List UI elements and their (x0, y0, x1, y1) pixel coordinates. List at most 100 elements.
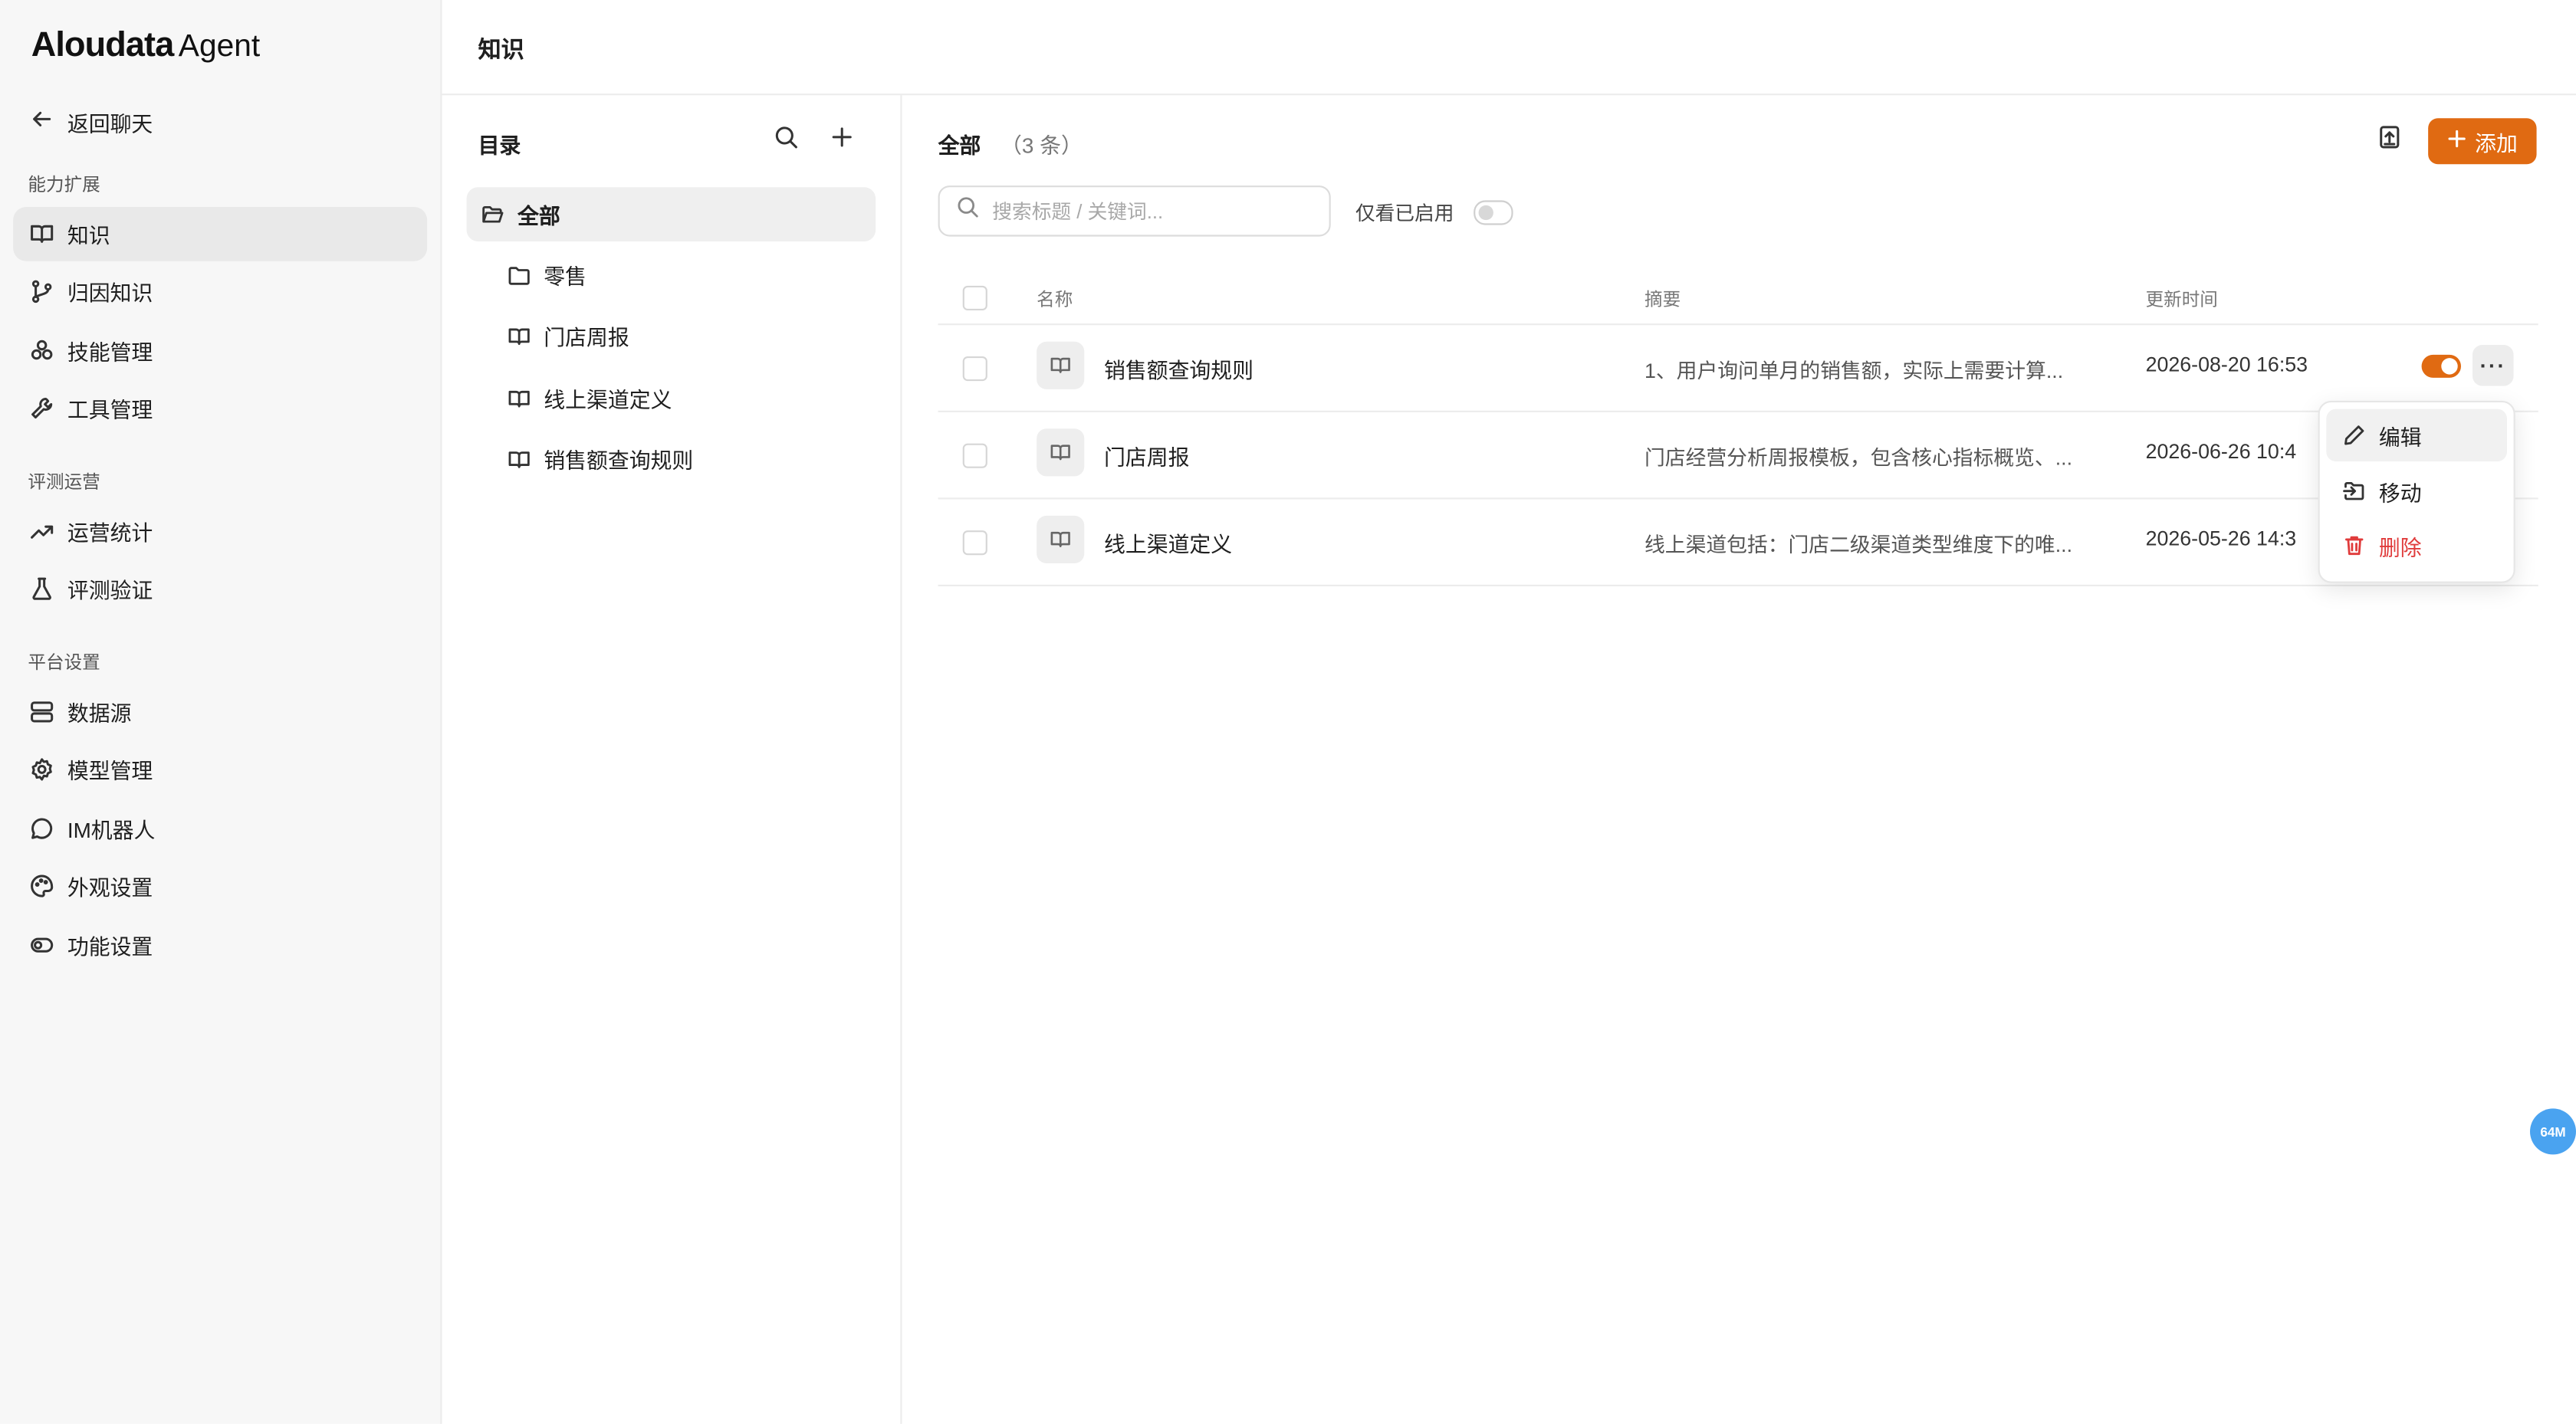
tree-item-retail[interactable]: 零售 (467, 248, 876, 303)
column-header-name: 名称 (1037, 290, 1073, 310)
list-heading: 全部 (938, 133, 981, 158)
import-button[interactable] (2372, 125, 2405, 158)
row-name[interactable]: 销售额查询规则 (1104, 353, 1254, 385)
row-checkbox[interactable] (962, 443, 987, 468)
menu-item-delete[interactable]: 删除 (2326, 519, 2507, 572)
sidebar-item-label: 外观设置 (67, 875, 153, 901)
sidebar-item-features[interactable]: 功能设置 (13, 918, 427, 973)
section-title-evaluation: 评测运营 (28, 473, 100, 493)
row-checkbox[interactable] (962, 530, 987, 556)
table-row[interactable]: 门店周报 门店经营分析周报模板，包含核心指标概览、... 2026-06-26 … (938, 411, 2538, 500)
tree-item-label: 全部 (518, 203, 560, 228)
sidebar-item-evaluation[interactable]: 评测验证 (13, 562, 427, 616)
move-icon (2343, 480, 2366, 503)
sidebar-item-label: 归因知识 (67, 281, 153, 306)
menu-item-label: 移动 (2378, 480, 2422, 505)
menu-item-label: 编辑 (2378, 424, 2422, 450)
book-icon (1037, 428, 1085, 477)
brand-logo: Aloudata Agent (31, 26, 260, 65)
menu-item-edit[interactable]: 编辑 (2326, 408, 2507, 462)
toggle-icon (28, 932, 54, 958)
sidebar-item-skills[interactable]: 技能管理 (13, 323, 427, 378)
knowledge-list-panel: 全部 （3 条） 添加 仅看已启用 名称 摘要 更新时间 销售额查询规则 1、用… (902, 95, 2576, 1424)
book-icon (28, 221, 54, 247)
tree-item-store-weekly[interactable]: 门店周报 (467, 309, 876, 363)
enabled-only-toggle[interactable] (1474, 200, 1513, 225)
chat-icon (28, 815, 54, 842)
sidebar-item-label: 知识 (67, 223, 110, 248)
sidebar-item-appearance[interactable]: 外观设置 (13, 859, 427, 914)
select-all-checkbox[interactable] (962, 285, 987, 310)
tree-item-all[interactable]: 全部 (466, 187, 876, 241)
add-button[interactable]: 添加 (2428, 118, 2537, 165)
tree-item-label: 销售额查询规则 (544, 448, 694, 474)
table-header: 名称 摘要 更新时间 (938, 271, 2538, 326)
back-to-chat-button[interactable]: 返回聊天 (30, 105, 153, 138)
list-count: （3 条） (1001, 133, 1083, 158)
sidebar-item-attribution[interactable]: 归因知识 (13, 264, 427, 319)
trend-icon (28, 518, 54, 544)
search-icon (940, 195, 989, 227)
database-icon (28, 699, 54, 725)
add-button-label: 添加 (2475, 130, 2518, 156)
top-bar: 知识 (442, 0, 2576, 96)
sidebar-item-label: 工具管理 (67, 397, 153, 422)
sidebar-item-label: 数据源 (67, 701, 132, 727)
sidebar-item-label: 评测验证 (67, 578, 153, 603)
sidebar-item-label: 运营统计 (67, 520, 153, 546)
row-name[interactable]: 门店周报 (1104, 440, 1189, 471)
plus-icon (829, 125, 853, 158)
search-field[interactable] (938, 185, 1331, 237)
book-icon (508, 448, 531, 471)
row-updated-time: 2026-05-26 14:3 (2145, 527, 2297, 550)
tree-item-sales-rule[interactable]: 销售额查询规则 (467, 432, 876, 487)
trash-icon (2343, 533, 2366, 556)
row-name[interactable]: 线上渠道定义 (1104, 527, 1232, 559)
enabled-only-label: 仅看已启用 (1355, 202, 1454, 225)
sidebar-item-label: IM机器人 (67, 818, 156, 843)
sidebar-item-label: 模型管理 (67, 758, 153, 784)
row-summary: 门店经营分析周报模板，包含核心指标概览、... (1644, 446, 2073, 470)
memory-badge[interactable]: 64M (2530, 1108, 2576, 1155)
sidebar-item-stats[interactable]: 运营统计 (13, 504, 427, 559)
row-updated-time: 2026-08-20 16:53 (2145, 353, 2308, 376)
tree-item-label: 门店周报 (544, 325, 629, 350)
table-row[interactable]: 线上渠道定义 线上渠道包括：门店二级渠道类型维度下的唯... 2026-05-2… (938, 497, 2538, 586)
skills-icon (28, 337, 54, 363)
back-to-chat-label: 返回聊天 (67, 110, 153, 136)
column-header-summary: 摘要 (1644, 290, 1681, 310)
sidebar-item-models[interactable]: 模型管理 (13, 743, 427, 797)
menu-item-move[interactable]: 移动 (2326, 464, 2507, 517)
row-summary: 1、用户询问单月的销售额，实际上需要计算... (1644, 359, 2064, 383)
book-icon (1037, 515, 1085, 563)
app: Aloudata Agent 返回聊天 能力扩展 知识 归因知识 技能管理 工具管… (0, 0, 2576, 1424)
catalog-add-button[interactable] (826, 126, 856, 156)
sidebar-item-tools[interactable]: 工具管理 (13, 381, 427, 435)
catalog-search-button[interactable] (770, 126, 800, 156)
row-checkbox[interactable] (962, 356, 987, 382)
folder-icon (508, 264, 531, 287)
table-row[interactable]: 销售额查询规则 1、用户询问单月的销售额，实际上需要计算... 2026-08-… (938, 323, 2538, 412)
pencil-icon (2343, 424, 2366, 447)
search-input[interactable] (989, 198, 1308, 225)
column-header-updated: 更新时间 (2145, 290, 2218, 310)
catalog-title: 目录 (478, 133, 521, 158)
sidebar-item-datasource[interactable]: 数据源 (13, 685, 427, 740)
folder-open-icon (481, 203, 504, 226)
upload-file-icon (2377, 125, 2401, 158)
sidebar-item-label: 技能管理 (67, 340, 153, 365)
row-enabled-toggle[interactable] (2421, 354, 2461, 378)
row-updated-time: 2026-06-26 10:4 (2145, 440, 2297, 464)
sidebar-item-im-bot[interactable]: IM机器人 (13, 802, 427, 856)
catalog-panel: 目录 全部 零售 门店周报 线上渠道定义 销售额查询规则 (442, 95, 902, 1424)
sidebar-item-label: 功能设置 (67, 934, 153, 960)
tree-item-online-channel[interactable]: 线上渠道定义 (467, 371, 876, 425)
menu-item-label: 删除 (2378, 534, 2422, 559)
plus-icon (2447, 128, 2469, 154)
flask-icon (28, 576, 54, 602)
sidebar-item-knowledge[interactable]: 知识 (13, 207, 428, 261)
row-more-button[interactable]: ··· (2472, 345, 2514, 386)
brand-suffix: Agent (178, 29, 261, 64)
palette-icon (28, 873, 54, 899)
search-icon (773, 125, 797, 158)
